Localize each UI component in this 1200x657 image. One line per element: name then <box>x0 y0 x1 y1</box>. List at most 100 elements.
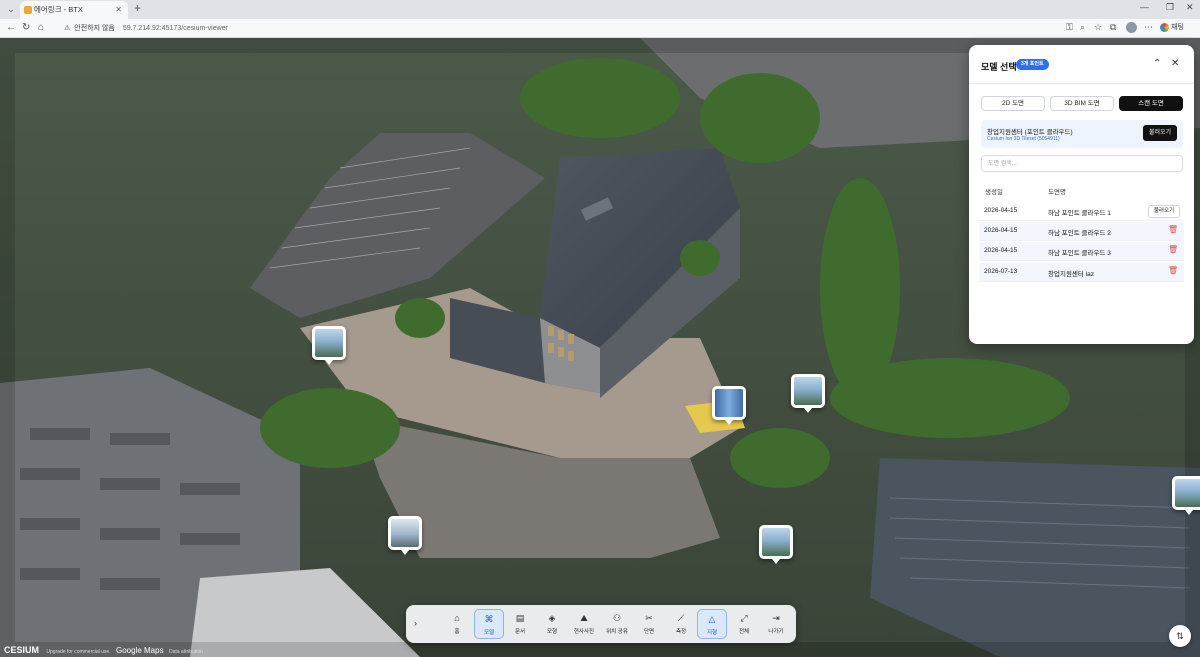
tab-title: 에어링크 - BTX <box>34 5 83 14</box>
security-label: 안전하지 않음 <box>74 25 115 32</box>
toolbar-terrain[interactable]: △ 지형 <box>697 609 727 639</box>
row-name: 창업지원센터 laz <box>1048 271 1094 278</box>
cesium-logo: CESIUM <box>4 645 40 655</box>
tab-bar: ⌄ 에어링크 - BTX ✕ + — ❐ ✕ <box>0 0 1200 19</box>
favicon-icon <box>24 6 32 14</box>
trash-icon[interactable]: 🗑 <box>1168 225 1178 236</box>
swap-vertical-icon: ⇅ <box>1176 631 1184 641</box>
toolbar-model[interactable]: ⌘ 모델 <box>474 609 504 639</box>
upgrade-link[interactable]: Upgrade for commercial use. <box>46 649 110 655</box>
drawing-search-input[interactable] <box>981 155 1183 172</box>
panorama-hotspot[interactable] <box>759 525 793 564</box>
toolbar-layers[interactable]: ◈ 모형 <box>537 609 567 639</box>
toolbar-document[interactable]: ▤ 문서 <box>505 609 535 639</box>
copilot-icon <box>1160 22 1169 32</box>
panel-title: 모델 선택 <box>981 62 1017 72</box>
back-icon[interactable]: ← <box>6 22 16 33</box>
panorama-thumbnail <box>762 528 790 556</box>
column-name: 도면명 <box>1048 189 1066 196</box>
map-credits: CESIUM Upgrade for commercial use. Googl… <box>4 645 203 657</box>
panorama-hotspot[interactable] <box>1172 476 1200 515</box>
close-icon[interactable]: ✕ <box>1171 58 1179 69</box>
panorama-hotspot[interactable] <box>712 386 746 425</box>
zoom-icon[interactable]: ⌕ <box>1080 22 1085 33</box>
browser-chrome: ⌄ 에어링크 - BTX ✕ + — ❐ ✕ ← ↻ ⌂ ⚠ 안전하지 않음 59… <box>0 0 1200 38</box>
model-subtitle: Cesium Ion 3D Tileset (5054911) <box>987 136 1060 142</box>
table-row[interactable]: 2026-04-15 하남 포인트 클라우드 3 🗑 <box>979 242 1184 261</box>
chevron-right-icon[interactable]: › <box>414 618 417 628</box>
divider <box>969 83 1194 84</box>
scissors-icon: ✂ <box>645 613 653 623</box>
profile-avatar[interactable] <box>1126 22 1137 33</box>
tab-3d-bim[interactable]: 3D BIM 도면 <box>1050 96 1114 111</box>
extensions-icon[interactable]: ⧉ <box>1110 22 1116 33</box>
new-tab-button[interactable]: + <box>134 1 141 15</box>
panorama-thumbnail <box>391 519 419 547</box>
table-row[interactable]: 2026-04-15 하남 포인트 클라우드 1 불러오기 <box>979 202 1184 221</box>
row-name: 하남 포인트 클라우드 2 <box>1048 230 1111 237</box>
address-bar: ← ↻ ⌂ ⚠ 안전하지 않음 59.7.214.92:45173/cesium-… <box>0 19 1200 38</box>
model-select-panel: 모델 선택 3개 포인트 ⌃ ✕ 2D 도면 3D BIM 도면 스캔 도면 창… <box>969 45 1194 344</box>
chat-label: 채팅 <box>1171 24 1184 31</box>
terrain-icon: △ <box>708 614 716 624</box>
panorama-hotspot[interactable] <box>388 516 422 555</box>
toolbar-measure[interactable]: ⟋ 측정 <box>666 609 696 639</box>
ruler-icon: ⟋ <box>677 613 685 623</box>
document-icon: ▤ <box>515 613 525 623</box>
more-icon[interactable]: ⋯ <box>1144 22 1153 33</box>
row-name: 하남 포인트 클라우드 3 <box>1048 250 1111 257</box>
url-text: 59.7.214.92:45173/cesium-viewer <box>122 25 228 32</box>
model-name: 창업지원센터 (포인트 클라우드) <box>987 129 1073 136</box>
toolbar-location-share[interactable]: ⚇ 위치 공유 <box>602 609 632 639</box>
toolbar-home[interactable]: ⌂ 홈 <box>442 609 472 639</box>
table-row[interactable]: 2026-07-13 창업지원센터 laz 🗑 <box>979 263 1184 282</box>
tab-list-icon[interactable]: ⌄ <box>4 3 18 16</box>
count-badge: 3개 포인트 <box>1016 59 1049 70</box>
column-date: 생성일 <box>985 189 1003 196</box>
people-icon: ⚇ <box>612 613 622 623</box>
minimize-icon[interactable]: — <box>1140 2 1149 12</box>
url-field[interactable]: ⚠ 안전하지 않음 59.7.214.92:45173/cesium-viewer <box>52 21 1082 36</box>
row-date: 2026-04-15 <box>984 247 1018 254</box>
load-model-button[interactable]: 불러오기 <box>1143 125 1177 141</box>
panorama-hotspot[interactable] <box>791 374 825 413</box>
trash-icon[interactable]: 🗑 <box>1168 266 1178 277</box>
tab-scan[interactable]: 스캔 도면 <box>1119 96 1183 111</box>
model-icon: ⌘ <box>484 614 494 624</box>
home-browser-icon[interactable]: ⌂ <box>38 22 44 33</box>
browser-tab[interactable]: 에어링크 - BTX ✕ <box>20 1 128 19</box>
panorama-hotspot[interactable] <box>312 326 346 365</box>
close-window-icon[interactable]: ✕ <box>1186 2 1194 13</box>
restore-icon[interactable]: ❐ <box>1166 2 1174 13</box>
panorama-thumbnail <box>715 389 743 417</box>
chat-button[interactable]: 채팅 <box>1160 22 1184 32</box>
close-tab-icon[interactable]: ✕ <box>115 1 122 19</box>
current-model-card: 창업지원센터 (포인트 클라우드) Cesium Ion 3D Tileset … <box>981 120 1183 148</box>
tab-2d[interactable]: 2D 도면 <box>981 96 1045 111</box>
exit-icon: ⇥ <box>772 613 780 623</box>
key-icon[interactable]: ⚿ <box>1066 22 1073 33</box>
table-row[interactable]: 2026-04-15 하남 포인트 클라우드 2 🗑 <box>979 222 1184 241</box>
layers-icon: ◈ <box>548 613 556 623</box>
reload-icon[interactable]: ↻ <box>22 22 30 33</box>
panorama-thumbnail <box>1175 479 1200 507</box>
favorite-star-icon[interactable]: ☆ <box>1094 22 1102 33</box>
toolbar-fullscreen[interactable]: ⤢ 전체 <box>729 609 759 639</box>
trash-icon[interactable]: 🗑 <box>1168 245 1178 256</box>
panorama-thumbnail <box>315 329 343 357</box>
toolbar-section[interactable]: ✂ 단면 <box>634 609 664 639</box>
row-name: 하남 포인트 클라우드 1 <box>1048 210 1111 217</box>
sort-toggle-button[interactable]: ⇅ <box>1169 625 1191 647</box>
panorama-icon: ⛰ <box>580 613 588 623</box>
bottom-toolbar: › ⌂ 홈 ⌘ 모델 ▤ 문서 ◈ 모형 ⛰ 현사사진 ⚇ 위치 공유 ✂ 단면 ⟋ 측정 △ 지… <box>406 605 796 643</box>
row-date: 2026-04-15 <box>984 207 1018 214</box>
home-icon: ⌂ <box>454 613 460 623</box>
row-date: 2026-04-15 <box>984 227 1018 234</box>
google-maps-logo: Google Maps <box>116 646 164 655</box>
collapse-icon[interactable]: ⌃ <box>1153 58 1161 69</box>
row-load-button[interactable]: 불러오기 <box>1148 205 1180 218</box>
toolbar-panorama[interactable]: ⛰ 현사사진 <box>569 609 599 639</box>
data-attribution-link[interactable]: Data attribution <box>169 649 203 655</box>
toolbar-exit[interactable]: ⇥ 나가기 <box>761 609 791 639</box>
row-date: 2026-07-13 <box>984 268 1018 275</box>
